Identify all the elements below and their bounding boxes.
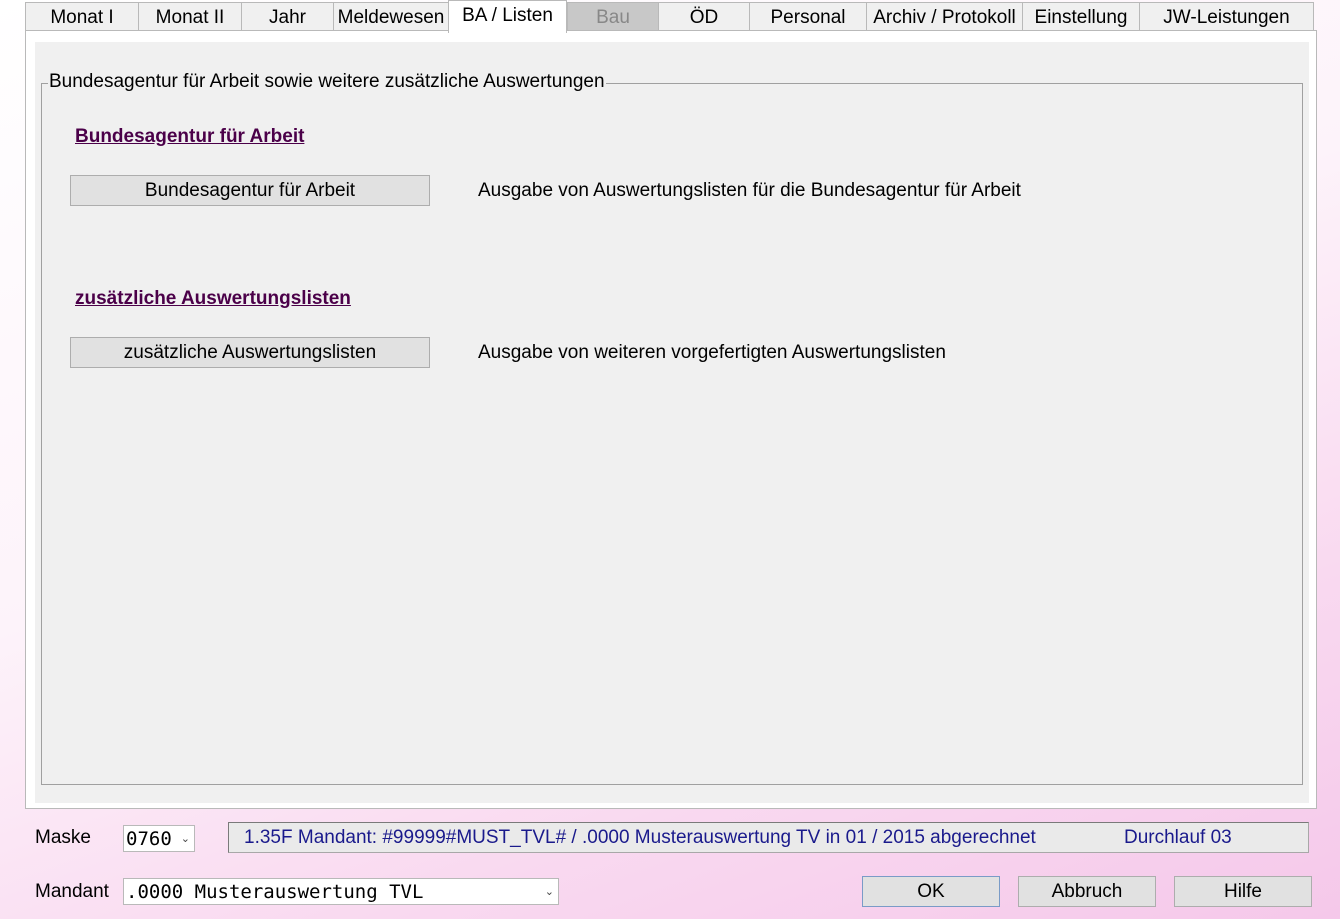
tab-monat-2[interactable]: Monat II	[138, 2, 242, 31]
section-heading-bundesagentur[interactable]: Bundesagentur für Arbeit	[75, 126, 304, 148]
group-title: Bundesagentur für Arbeit sowie weitere z…	[48, 71, 606, 93]
bundesagentur-button[interactable]: Bundesagentur für Arbeit	[70, 175, 430, 206]
tab-meldewesen[interactable]: Meldewesen	[333, 2, 449, 31]
cancel-button[interactable]: Abbruch	[1018, 876, 1156, 907]
chevron-down-icon: ⌄	[544, 885, 554, 898]
tab-jw-leistungen[interactable]: JW-Leistungen	[1139, 2, 1314, 31]
section-heading-zusaetzliche[interactable]: zusätzliche Auswertungslisten	[75, 288, 351, 310]
tab-bar: Monat I Monat II Jahr Meldewesen BA / Li…	[25, 0, 1315, 33]
tab-personal[interactable]: Personal	[749, 2, 867, 31]
chevron-down-icon: ⌄	[180, 832, 190, 845]
status-bar: 1.35F Mandant: #99999#MUST_TVL# / .0000 …	[228, 822, 1309, 853]
tab-archiv-protokoll[interactable]: Archiv / Protokoll	[866, 2, 1023, 31]
maske-value: 0760	[126, 828, 172, 850]
tab-panel: Bundesagentur für Arbeit sowie weitere z…	[25, 30, 1317, 809]
tab-monat-1[interactable]: Monat I	[25, 2, 139, 31]
maske-label: Maske	[35, 827, 91, 848]
bundesagentur-description: Ausgabe von Auswertungslisten für die Bu…	[478, 180, 1021, 201]
ok-button[interactable]: OK	[862, 876, 1000, 907]
mandant-select[interactable]: .0000 Musterauswertung TVL ⌄	[123, 878, 559, 905]
zusaetzliche-auswertungslisten-button[interactable]: zusätzliche Auswertungslisten	[70, 337, 430, 368]
tab-oed[interactable]: ÖD	[658, 2, 750, 31]
status-text: 1.35F Mandant: #99999#MUST_TVL# / .0000 …	[244, 827, 1036, 848]
zusaetzliche-description: Ausgabe von weiteren vorgefertigten Ausw…	[478, 342, 946, 363]
tab-ba-listen[interactable]: BA / Listen	[448, 0, 567, 33]
tab-bau: Bau	[567, 2, 659, 31]
tab-jahr[interactable]: Jahr	[241, 2, 334, 31]
tab-einstellung[interactable]: Einstellung	[1022, 2, 1140, 31]
status-run: Durchlauf 03	[1124, 827, 1232, 848]
mandant-label: Mandant	[35, 881, 109, 902]
maske-select[interactable]: 0760 ⌄	[123, 825, 195, 852]
mandant-value: .0000 Musterauswertung TVL	[126, 881, 424, 903]
panel-content: Bundesagentur für Arbeit sowie weitere z…	[35, 42, 1309, 803]
help-button[interactable]: Hilfe	[1174, 876, 1312, 907]
